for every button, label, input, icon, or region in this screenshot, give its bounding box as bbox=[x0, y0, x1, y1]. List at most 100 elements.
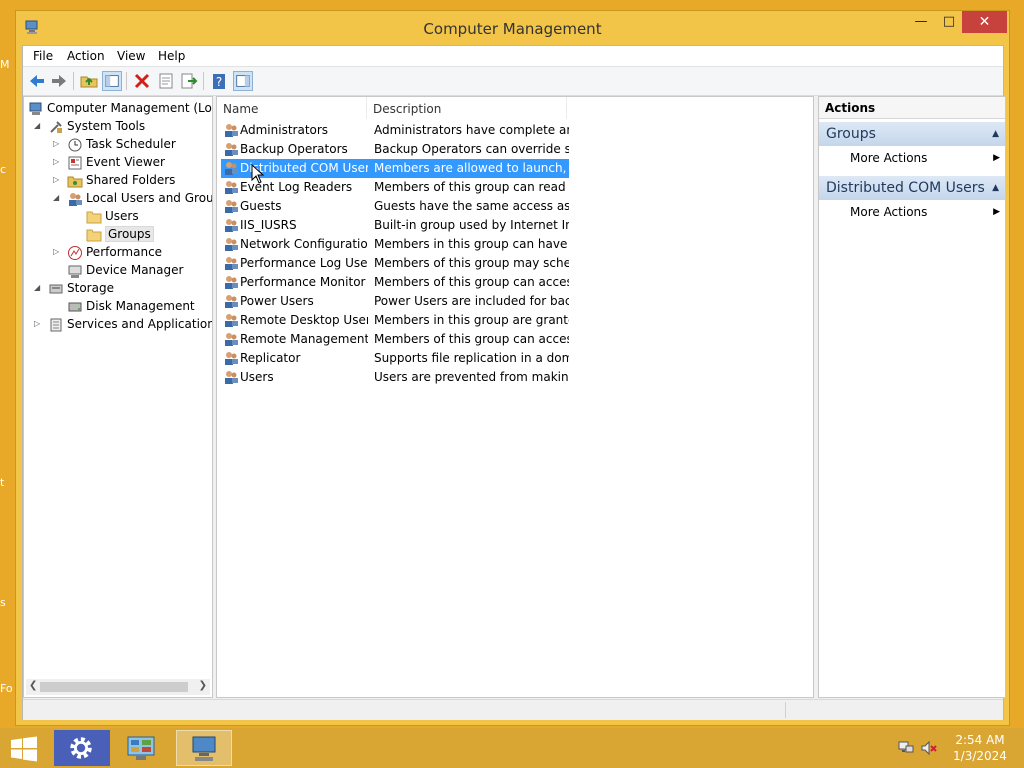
forward-icon[interactable] bbox=[49, 71, 69, 91]
scrollbar-thumb[interactable] bbox=[40, 682, 188, 692]
more-actions-groups[interactable]: More Actions ▶ bbox=[850, 148, 1000, 168]
taskbar-settings[interactable] bbox=[54, 730, 110, 766]
tree-item-event-viewer[interactable]: ▷ Event Viewer bbox=[53, 153, 165, 171]
help-icon[interactable]: ? bbox=[209, 71, 229, 91]
group-name: Users bbox=[240, 370, 274, 384]
list-row-group[interactable]: Event Log Readers Members of this group c… bbox=[221, 178, 569, 197]
shared-folder-icon bbox=[67, 176, 83, 187]
menu-help[interactable]: Help bbox=[158, 49, 185, 63]
status-bar bbox=[23, 699, 1003, 720]
tree-item-performance[interactable]: ▷ Performance bbox=[53, 243, 162, 261]
collapse-arrow-icon[interactable]: ◢ bbox=[53, 189, 59, 207]
close-button[interactable]: ✕ bbox=[962, 11, 1007, 33]
group-icon bbox=[225, 295, 238, 308]
desktop-icon-label-fragment: Fo bbox=[0, 682, 13, 695]
settings-icon bbox=[70, 737, 92, 759]
group-icon bbox=[225, 238, 238, 251]
tree-item-shared-folders[interactable]: ▷ Shared Folders bbox=[53, 171, 175, 189]
menu-view[interactable]: View bbox=[117, 49, 145, 63]
volume-muted-icon[interactable] bbox=[921, 740, 937, 756]
group-name: Guests bbox=[240, 199, 282, 213]
actions-section-distributed-com-users[interactable]: Distributed COM Users ▲ bbox=[819, 176, 1005, 200]
taskbar-control-panel[interactable] bbox=[114, 730, 170, 766]
expand-arrow-icon[interactable]: ▷ bbox=[53, 153, 59, 171]
start-button-icon[interactable] bbox=[10, 736, 38, 762]
action-pane-toggle-icon[interactable] bbox=[233, 71, 253, 91]
collapse-arrow-icon[interactable]: ◢ bbox=[34, 279, 40, 297]
tree-item-disk-management[interactable]: Disk Management bbox=[67, 297, 195, 315]
tree-item-local-users-and-groups[interactable]: ◢ Local Users and Groups bbox=[53, 189, 212, 207]
group-name: Backup Operators bbox=[240, 142, 348, 156]
more-actions-distributed-com-users[interactable]: More Actions ▶ bbox=[850, 202, 1000, 222]
list-row-group[interactable]: Backup Operators Backup Operators can ove… bbox=[221, 140, 569, 159]
tree-item-services-and-applications[interactable]: ▷ Services and Applications bbox=[34, 315, 212, 333]
tree-item-task-scheduler[interactable]: ▷ Task Scheduler bbox=[53, 135, 176, 153]
list-row-group[interactable]: Performance Log Users Members of this gro… bbox=[221, 254, 569, 273]
expand-arrow-icon[interactable]: ▷ bbox=[53, 135, 59, 153]
delete-icon[interactable] bbox=[132, 71, 152, 91]
list-row-group[interactable]: Network Configuratio... Members in this g… bbox=[221, 235, 569, 254]
scroll-right-icon[interactable]: ❯ bbox=[199, 680, 207, 691]
list-row-group[interactable]: Performance Monitor ... Members of this g… bbox=[221, 273, 569, 292]
group-icon bbox=[225, 352, 238, 365]
tree-item-computer-management[interactable]: Computer Management (Local bbox=[28, 99, 212, 117]
list-row-group[interactable]: Guests Guests have the same access as m..… bbox=[221, 197, 569, 216]
properties-icon[interactable] bbox=[156, 71, 176, 91]
network-icon[interactable] bbox=[898, 740, 914, 756]
collapse-caret-icon[interactable]: ▲ bbox=[992, 122, 999, 146]
group-name: Power Users bbox=[240, 294, 314, 308]
column-header-name[interactable]: Name bbox=[217, 97, 367, 119]
performance-icon bbox=[68, 245, 82, 260]
scroll-left-icon[interactable]: ❮ bbox=[29, 680, 37, 691]
list-row-group[interactable]: Replicator Supports file replication in a… bbox=[221, 349, 569, 368]
taskbar-computer-management[interactable] bbox=[176, 730, 232, 766]
menu-file[interactable]: File bbox=[33, 49, 53, 63]
group-name: IIS_IUSRS bbox=[240, 218, 297, 232]
show-hide-tree-icon[interactable] bbox=[102, 71, 122, 91]
back-icon[interactable] bbox=[27, 71, 47, 91]
export-list-icon[interactable] bbox=[179, 71, 199, 91]
tree-item-storage[interactable]: ◢ Storage bbox=[34, 279, 114, 297]
expand-arrow-icon[interactable]: ▷ bbox=[53, 243, 59, 261]
tree-item-users[interactable]: Users bbox=[86, 207, 139, 225]
group-description: Members of this group can read e... bbox=[374, 180, 569, 194]
group-name: Performance Monitor ... bbox=[240, 275, 368, 289]
taskbar: 2:54 AM 1/3/2024 bbox=[0, 728, 1024, 768]
tree-item-system-tools[interactable]: ◢ System Tools bbox=[34, 117, 145, 135]
more-actions-label: More Actions bbox=[850, 205, 928, 219]
list-row-group[interactable]: Administrators Administrators have comple… bbox=[221, 121, 569, 140]
group-description: Supports file replication in a dom... bbox=[374, 351, 569, 365]
list-row-group[interactable]: Remote Management... Members of this grou… bbox=[221, 330, 569, 349]
tree-item-groups[interactable]: Groups bbox=[86, 225, 154, 243]
disk-icon bbox=[68, 302, 82, 311]
list-row-group[interactable]: Distributed COM Users Members are allowed… bbox=[221, 159, 569, 178]
group-description: Members of this group may sche... bbox=[374, 256, 569, 270]
collapse-caret-icon[interactable]: ▲ bbox=[992, 176, 999, 200]
actions-title: Actions bbox=[819, 97, 1005, 119]
taskbar-clock[interactable]: 2:54 AM 1/3/2024 bbox=[945, 732, 1015, 764]
list-row-group[interactable]: Users Users are prevented from making ... bbox=[221, 368, 569, 387]
clock-icon bbox=[68, 138, 82, 151]
window-client: File Action View Help ? Computer Managem… bbox=[22, 45, 1006, 720]
tree-horizontal-scrollbar[interactable]: ❮ ❯ bbox=[26, 679, 210, 695]
group-name: Performance Log Users bbox=[240, 256, 368, 270]
expand-arrow-icon[interactable]: ▷ bbox=[34, 315, 40, 333]
up-folder-icon[interactable] bbox=[79, 71, 99, 91]
tools-icon bbox=[50, 120, 62, 133]
group-description: Administrators have complete an... bbox=[374, 123, 569, 137]
tree-item-device-manager[interactable]: Device Manager bbox=[67, 261, 183, 279]
list-row-group[interactable]: IIS_IUSRS Built-in group used by Internet… bbox=[221, 216, 569, 235]
expand-arrow-icon[interactable]: ▷ bbox=[53, 171, 59, 189]
list-row-group[interactable]: Power Users Power Users are included for … bbox=[221, 292, 569, 311]
actions-section-label: Groups bbox=[826, 126, 876, 142]
column-header-description[interactable]: Description bbox=[367, 97, 567, 119]
menu-action[interactable]: Action bbox=[67, 49, 105, 63]
list-row-group[interactable]: Remote Desktop Users Members in this grou… bbox=[221, 311, 569, 330]
group-description: Users are prevented from making ... bbox=[374, 370, 569, 384]
collapse-arrow-icon[interactable]: ◢ bbox=[34, 117, 40, 135]
actions-section-label: Distributed COM Users bbox=[826, 180, 985, 196]
svg-text:?: ? bbox=[216, 75, 222, 89]
status-bar-divider bbox=[785, 702, 786, 718]
title-bar[interactable]: Computer Management — □ ✕ bbox=[16, 11, 1009, 45]
actions-section-groups[interactable]: Groups ▲ bbox=[819, 122, 1005, 146]
